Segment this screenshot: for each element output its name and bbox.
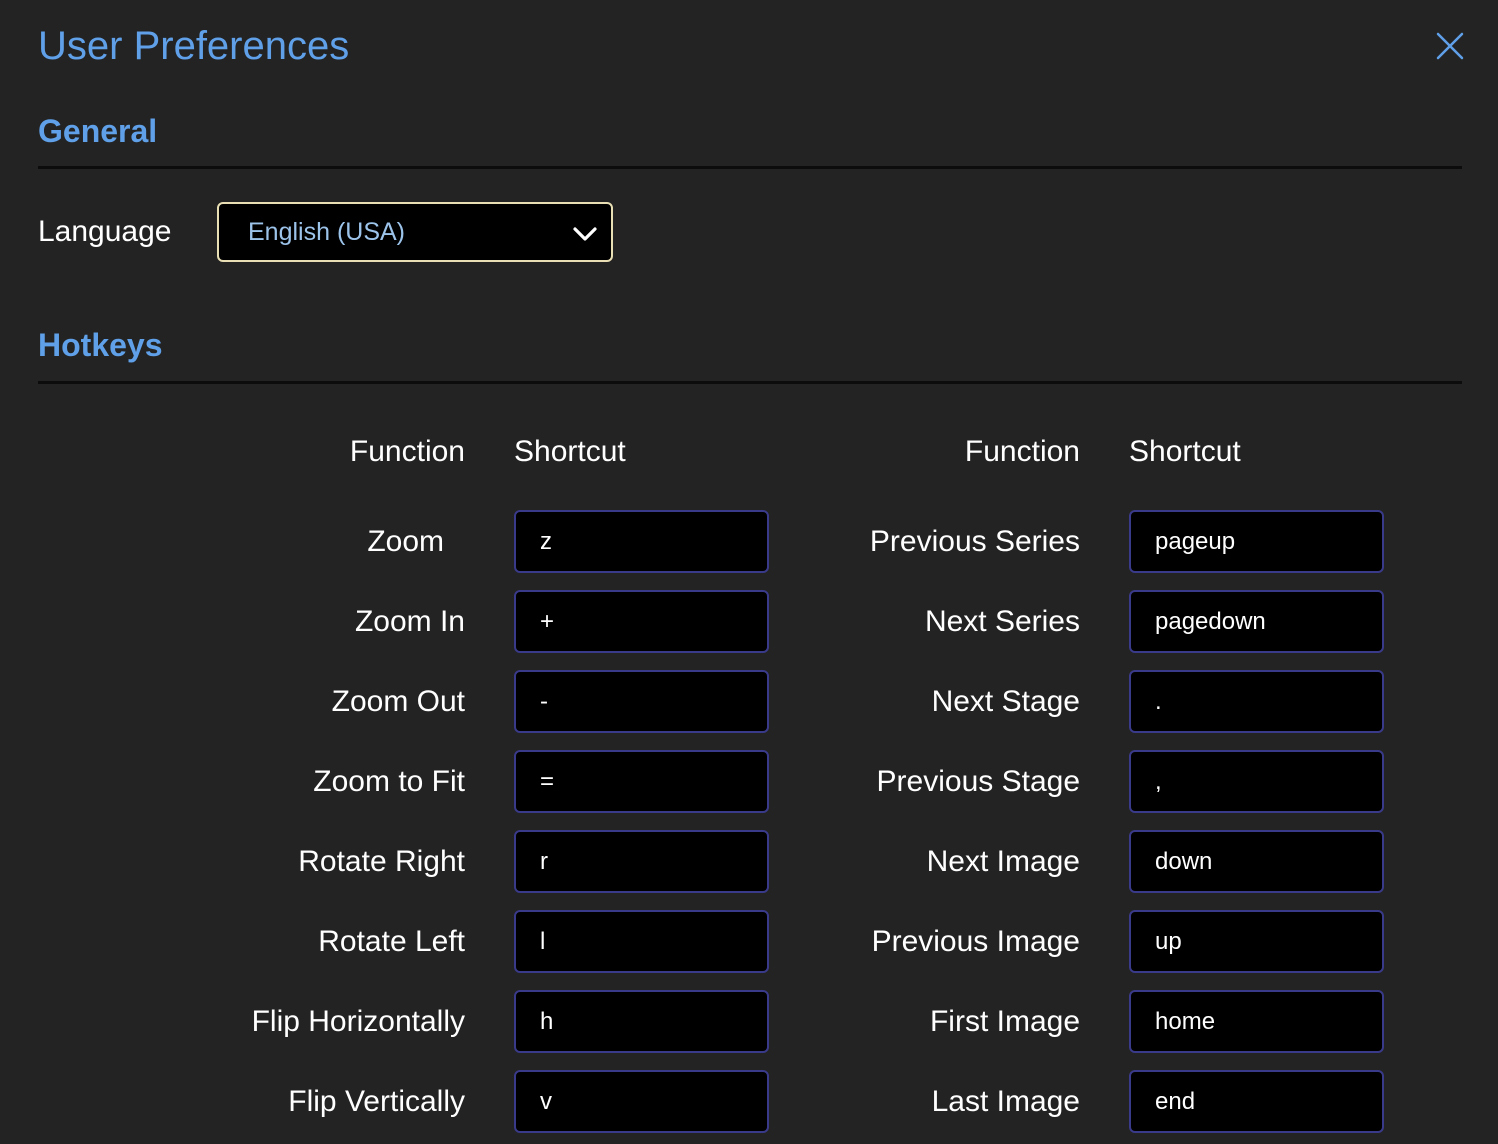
general-divider: [38, 166, 1462, 169]
hotkey-input[interactable]: down: [1129, 830, 1384, 893]
chevron-down-icon: [573, 227, 597, 241]
hotkey-input[interactable]: -: [514, 670, 769, 733]
hotkey-input[interactable]: .: [1129, 670, 1384, 733]
user-preferences-dialog: User Preferences General Language Englis…: [0, 0, 1498, 1144]
hotkey-input[interactable]: pageup: [1129, 510, 1384, 573]
hotkey-function-label: Zoom In: [354, 605, 465, 638]
hotkey-function-label: Flip Horizontally: [251, 1005, 465, 1038]
hotkey-value: +: [540, 608, 555, 635]
hotkey-function-label: Zoom to Fit: [313, 765, 465, 798]
hotkey-function-label: Previous Stage: [876, 765, 1080, 798]
hotkey-value: up: [1155, 928, 1182, 955]
dialog-title: User Preferences: [38, 24, 350, 68]
close-icon: [1436, 32, 1464, 60]
hotkey-value: end: [1155, 1088, 1196, 1115]
language-label: Language: [38, 215, 172, 248]
right-shortcut-header: Shortcut: [1129, 435, 1241, 468]
hotkey-input[interactable]: =: [514, 750, 769, 813]
hotkey-input[interactable]: z: [514, 510, 769, 573]
hotkey-function-label: Previous Series: [869, 525, 1080, 558]
hotkeys-heading: Hotkeys: [38, 327, 163, 363]
hotkey-value: v: [540, 1088, 552, 1115]
general-heading: General: [38, 113, 158, 149]
hotkey-value: l: [540, 928, 546, 955]
left-shortcut-header: Shortcut: [514, 435, 626, 468]
hotkey-value: h: [540, 1008, 554, 1035]
hotkey-function-label: Zoom Out: [331, 685, 465, 718]
hotkey-value: pagedown: [1155, 608, 1266, 635]
right-function-header: Function: [964, 435, 1080, 468]
hotkey-function-label: Zoom: [367, 525, 444, 558]
hotkey-input[interactable]: v: [514, 1070, 769, 1133]
hotkey-function-label: Next Stage: [931, 685, 1080, 718]
hotkey-function-label: Previous Image: [871, 925, 1080, 958]
hotkey-value: pageup: [1155, 528, 1236, 555]
hotkey-value: =: [540, 768, 555, 795]
hotkey-value: ,: [1155, 768, 1162, 795]
hotkey-input[interactable]: h: [514, 990, 769, 1053]
hotkey-input[interactable]: home: [1129, 990, 1384, 1053]
hotkey-input[interactable]: +: [514, 590, 769, 653]
hotkeys-divider: [38, 381, 1462, 384]
hotkey-input[interactable]: up: [1129, 910, 1384, 973]
hotkey-value: down: [1155, 848, 1213, 875]
hotkey-function-label: Rotate Right: [298, 845, 465, 878]
hotkey-function-label: Flip Vertically: [288, 1085, 465, 1118]
left-function-header: Function: [349, 435, 465, 468]
hotkey-value: -: [540, 688, 548, 715]
hotkey-function-label: Next Image: [926, 845, 1080, 878]
hotkey-input[interactable]: l: [514, 910, 769, 973]
hotkey-input[interactable]: ,: [1129, 750, 1384, 813]
hotkey-value: z: [540, 528, 552, 555]
language-select-value: English (USA): [248, 218, 405, 246]
hotkey-input[interactable]: pagedown: [1129, 590, 1384, 653]
hotkey-function-label: Rotate Left: [318, 925, 465, 958]
hotkey-function-label: Last Image: [931, 1085, 1080, 1118]
hotkey-input[interactable]: end: [1129, 1070, 1384, 1133]
hotkey-value: home: [1155, 1008, 1216, 1035]
hotkey-function-label: First Image: [929, 1005, 1080, 1038]
language-select[interactable]: English (USA): [217, 202, 613, 262]
hotkey-value: r: [540, 848, 548, 875]
hotkey-input[interactable]: r: [514, 830, 769, 893]
close-button[interactable]: [1431, 27, 1469, 65]
hotkey-value: .: [1155, 688, 1162, 715]
hotkey-function-label: Next Series: [924, 605, 1080, 638]
